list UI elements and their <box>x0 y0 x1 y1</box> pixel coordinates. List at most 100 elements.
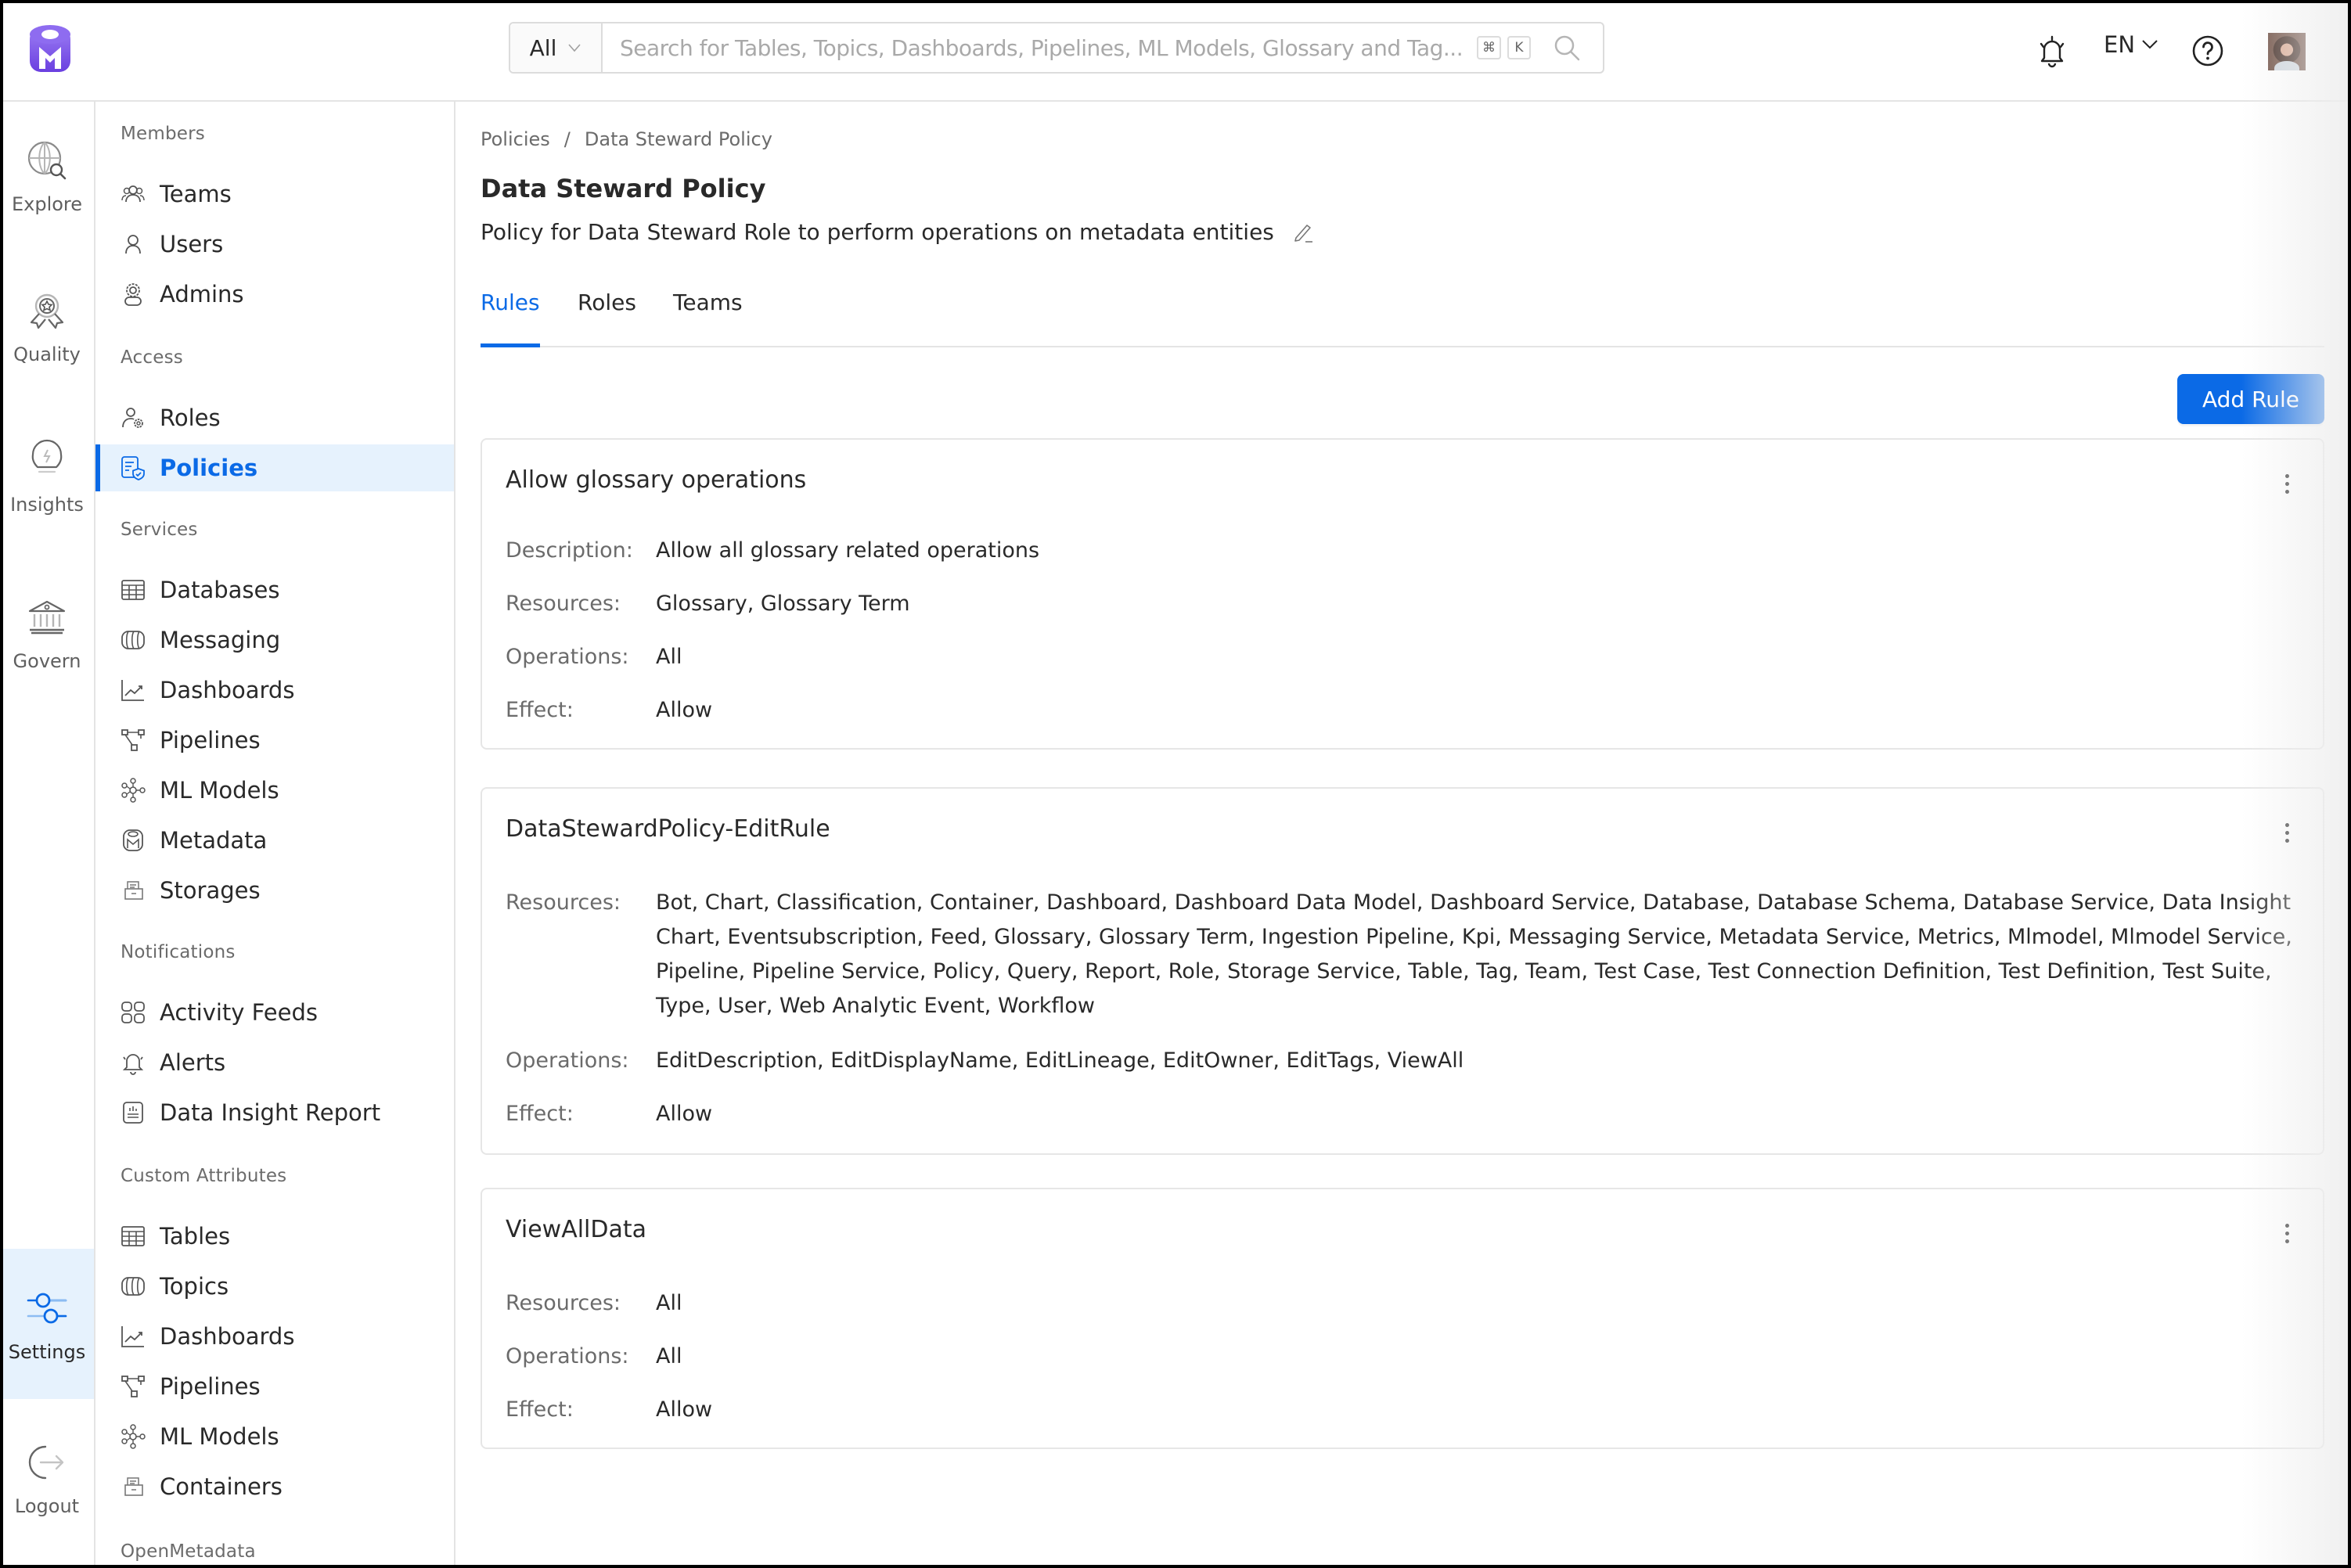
chevron-down-icon <box>568 44 581 52</box>
sidebar-item-label: Pipelines <box>160 727 261 753</box>
top-header: All ⌘ K EN <box>0 0 2351 102</box>
field-label: Resources: <box>506 1291 621 1315</box>
rule-resources: All <box>656 1291 682 1315</box>
rule-effect-row: Effect: Allow <box>506 693 2299 728</box>
rule-name: DataStewardPolicy-EditRule <box>506 815 830 843</box>
breadcrumb: Policies / Data Steward Policy <box>481 128 772 150</box>
sidebar-item-label: Topics <box>160 1273 229 1300</box>
rule-resources: Glossary, Glossary Term <box>656 592 910 616</box>
rail-item-quality[interactable]: Quality <box>0 252 94 401</box>
teams-icon <box>121 185 145 203</box>
sidebar-item-label: Roles <box>160 405 221 431</box>
rule-effect-row: Effect: Allow <box>506 1393 2299 1427</box>
shortcut-cmd-key: ⌘ <box>1477 36 1501 59</box>
sidebar-item-tables[interactable]: Tables <box>95 1213 454 1260</box>
rule-resources: Bot, Chart, Classification, Container, D… <box>656 890 2292 1018</box>
sidebar-item-activity-feeds[interactable]: Activity Feeds <box>95 989 454 1036</box>
rail-item-explore[interactable]: Explore <box>0 102 94 250</box>
sidebar-item-label: Databases <box>160 577 280 603</box>
metadata-icon <box>123 829 143 851</box>
policy-description-text: Policy for Data Steward Role to perform … <box>481 219 1274 245</box>
field-label: Operations: <box>506 1344 629 1368</box>
shortcut-k-key: K <box>1507 36 1531 59</box>
breadcrumb-current: Data Steward Policy <box>584 128 772 150</box>
table-icon <box>121 1226 145 1246</box>
sidebar-item-label: Teams <box>160 181 232 207</box>
sidebar-item-teams[interactable]: Teams <box>95 171 454 218</box>
roles-icon <box>122 408 143 428</box>
sidebar-item-roles[interactable]: Roles <box>95 394 454 441</box>
sidebar-group-services: Services <box>121 520 198 540</box>
sidebar-item-label: Activity Feeds <box>160 999 318 1026</box>
field-label: Operations: <box>506 1048 629 1073</box>
sidebar-item-metadata[interactable]: Metadata <box>95 817 454 864</box>
rule-operations: EditDescription, EditDisplayName, EditLi… <box>656 1048 1464 1073</box>
openmetadata-logo-icon[interactable] <box>28 23 72 75</box>
language-select[interactable]: EN <box>2104 31 2158 58</box>
help-icon[interactable] <box>2191 34 2224 67</box>
logout-icon <box>28 1445 64 1480</box>
sidebar-item-containers[interactable]: Containers <box>95 1463 454 1510</box>
sidebar-item-label: ML Models <box>160 1423 279 1450</box>
sidebar-item-messaging[interactable]: Messaging <box>95 617 454 664</box>
policy-tabs: Rules Roles Teams <box>481 290 2324 347</box>
field-label: Effect: <box>506 1102 574 1126</box>
rail-item-label: Govern <box>13 650 81 672</box>
user-avatar[interactable] <box>2268 33 2306 70</box>
search-scope-value: All <box>529 34 557 61</box>
rail-item-insights[interactable]: Insights <box>0 402 94 551</box>
sidebar-item-pipelines[interactable]: Pipelines <box>95 717 454 764</box>
field-label: Operations: <box>506 645 629 669</box>
sidebar-item-policies[interactable]: Policies <box>95 444 454 491</box>
sidebar-item-databases[interactable]: Databases <box>95 566 454 613</box>
pipeline-icon <box>121 729 145 751</box>
rail-item-logout[interactable]: Logout <box>0 1404 94 1552</box>
rule-effect: Allow <box>656 1102 713 1126</box>
sidebar-item-label: Metadata <box>160 827 268 854</box>
sidebar-item-data-insight-report[interactable]: Data Insight Report <box>95 1089 454 1136</box>
sidebar-item-users[interactable]: Users <box>95 221 454 268</box>
sidebar-item-alerts[interactable]: Alerts <box>95 1039 454 1086</box>
storage-icon <box>124 881 143 900</box>
sidebar-item-custom-dashboards[interactable]: Dashboards <box>95 1313 454 1360</box>
more-options-icon[interactable] <box>2282 823 2292 847</box>
sidebar-group-custom-attributes: Custom Attributes <box>121 1166 287 1186</box>
sidebar-item-label: Tables <box>160 1223 231 1250</box>
more-options-icon[interactable] <box>2282 474 2292 498</box>
sidebar-item-label: Policies <box>160 455 258 481</box>
tab-rules[interactable]: Rules <box>481 290 540 347</box>
rail-item-govern[interactable]: Govern <box>0 559 94 707</box>
sidebar-group-openmetadata: OpenMetadata <box>121 1541 256 1562</box>
sidebar-item-dashboards[interactable]: Dashboards <box>95 667 454 714</box>
sidebar-item-custom-pipelines[interactable]: Pipelines <box>95 1363 454 1410</box>
rail-item-settings[interactable]: Settings <box>0 1249 94 1399</box>
search-icon[interactable] <box>1551 32 1582 63</box>
chevron-down-icon <box>2142 40 2158 49</box>
rule-card: ViewAllData Resources: All Operations: A… <box>481 1188 2324 1449</box>
globe-search-icon <box>27 141 67 180</box>
sidebar-item-topics[interactable]: Topics <box>95 1263 454 1310</box>
sidebar-item-custom-ml-models[interactable]: ML Models <box>95 1413 454 1460</box>
mlmodel-icon <box>121 778 146 803</box>
add-rule-button[interactable]: Add Rule <box>2177 374 2324 424</box>
more-options-icon[interactable] <box>2282 1224 2292 1247</box>
chart-icon <box>121 1326 144 1347</box>
sidebar-item-storages[interactable]: Storages <box>95 867 454 914</box>
policy-icon <box>121 456 145 480</box>
breadcrumb-policies-link[interactable]: Policies <box>481 128 550 150</box>
sidebar-item-label: Dashboards <box>160 677 295 703</box>
search-scope-select[interactable]: All <box>510 23 603 72</box>
report-icon <box>123 1102 143 1124</box>
tab-teams[interactable]: Teams <box>673 290 743 346</box>
tab-roles[interactable]: Roles <box>578 290 636 346</box>
sidebar-item-ml-models[interactable]: ML Models <box>95 767 454 814</box>
sidebar-item-label: Users <box>160 231 224 257</box>
grid-icon <box>121 1002 145 1023</box>
rule-description-row: Description: Allow all glossary related … <box>506 534 2299 568</box>
edit-pencil-icon[interactable] <box>1291 221 1315 244</box>
sidebar-item-label: Containers <box>160 1473 283 1500</box>
bell-icon[interactable] <box>2036 34 2068 69</box>
rule-operations-row: Operations: EditDescription, EditDisplay… <box>506 1044 2299 1078</box>
sidebar-item-admins[interactable]: Admins <box>95 271 454 318</box>
search-input[interactable] <box>603 23 1477 72</box>
